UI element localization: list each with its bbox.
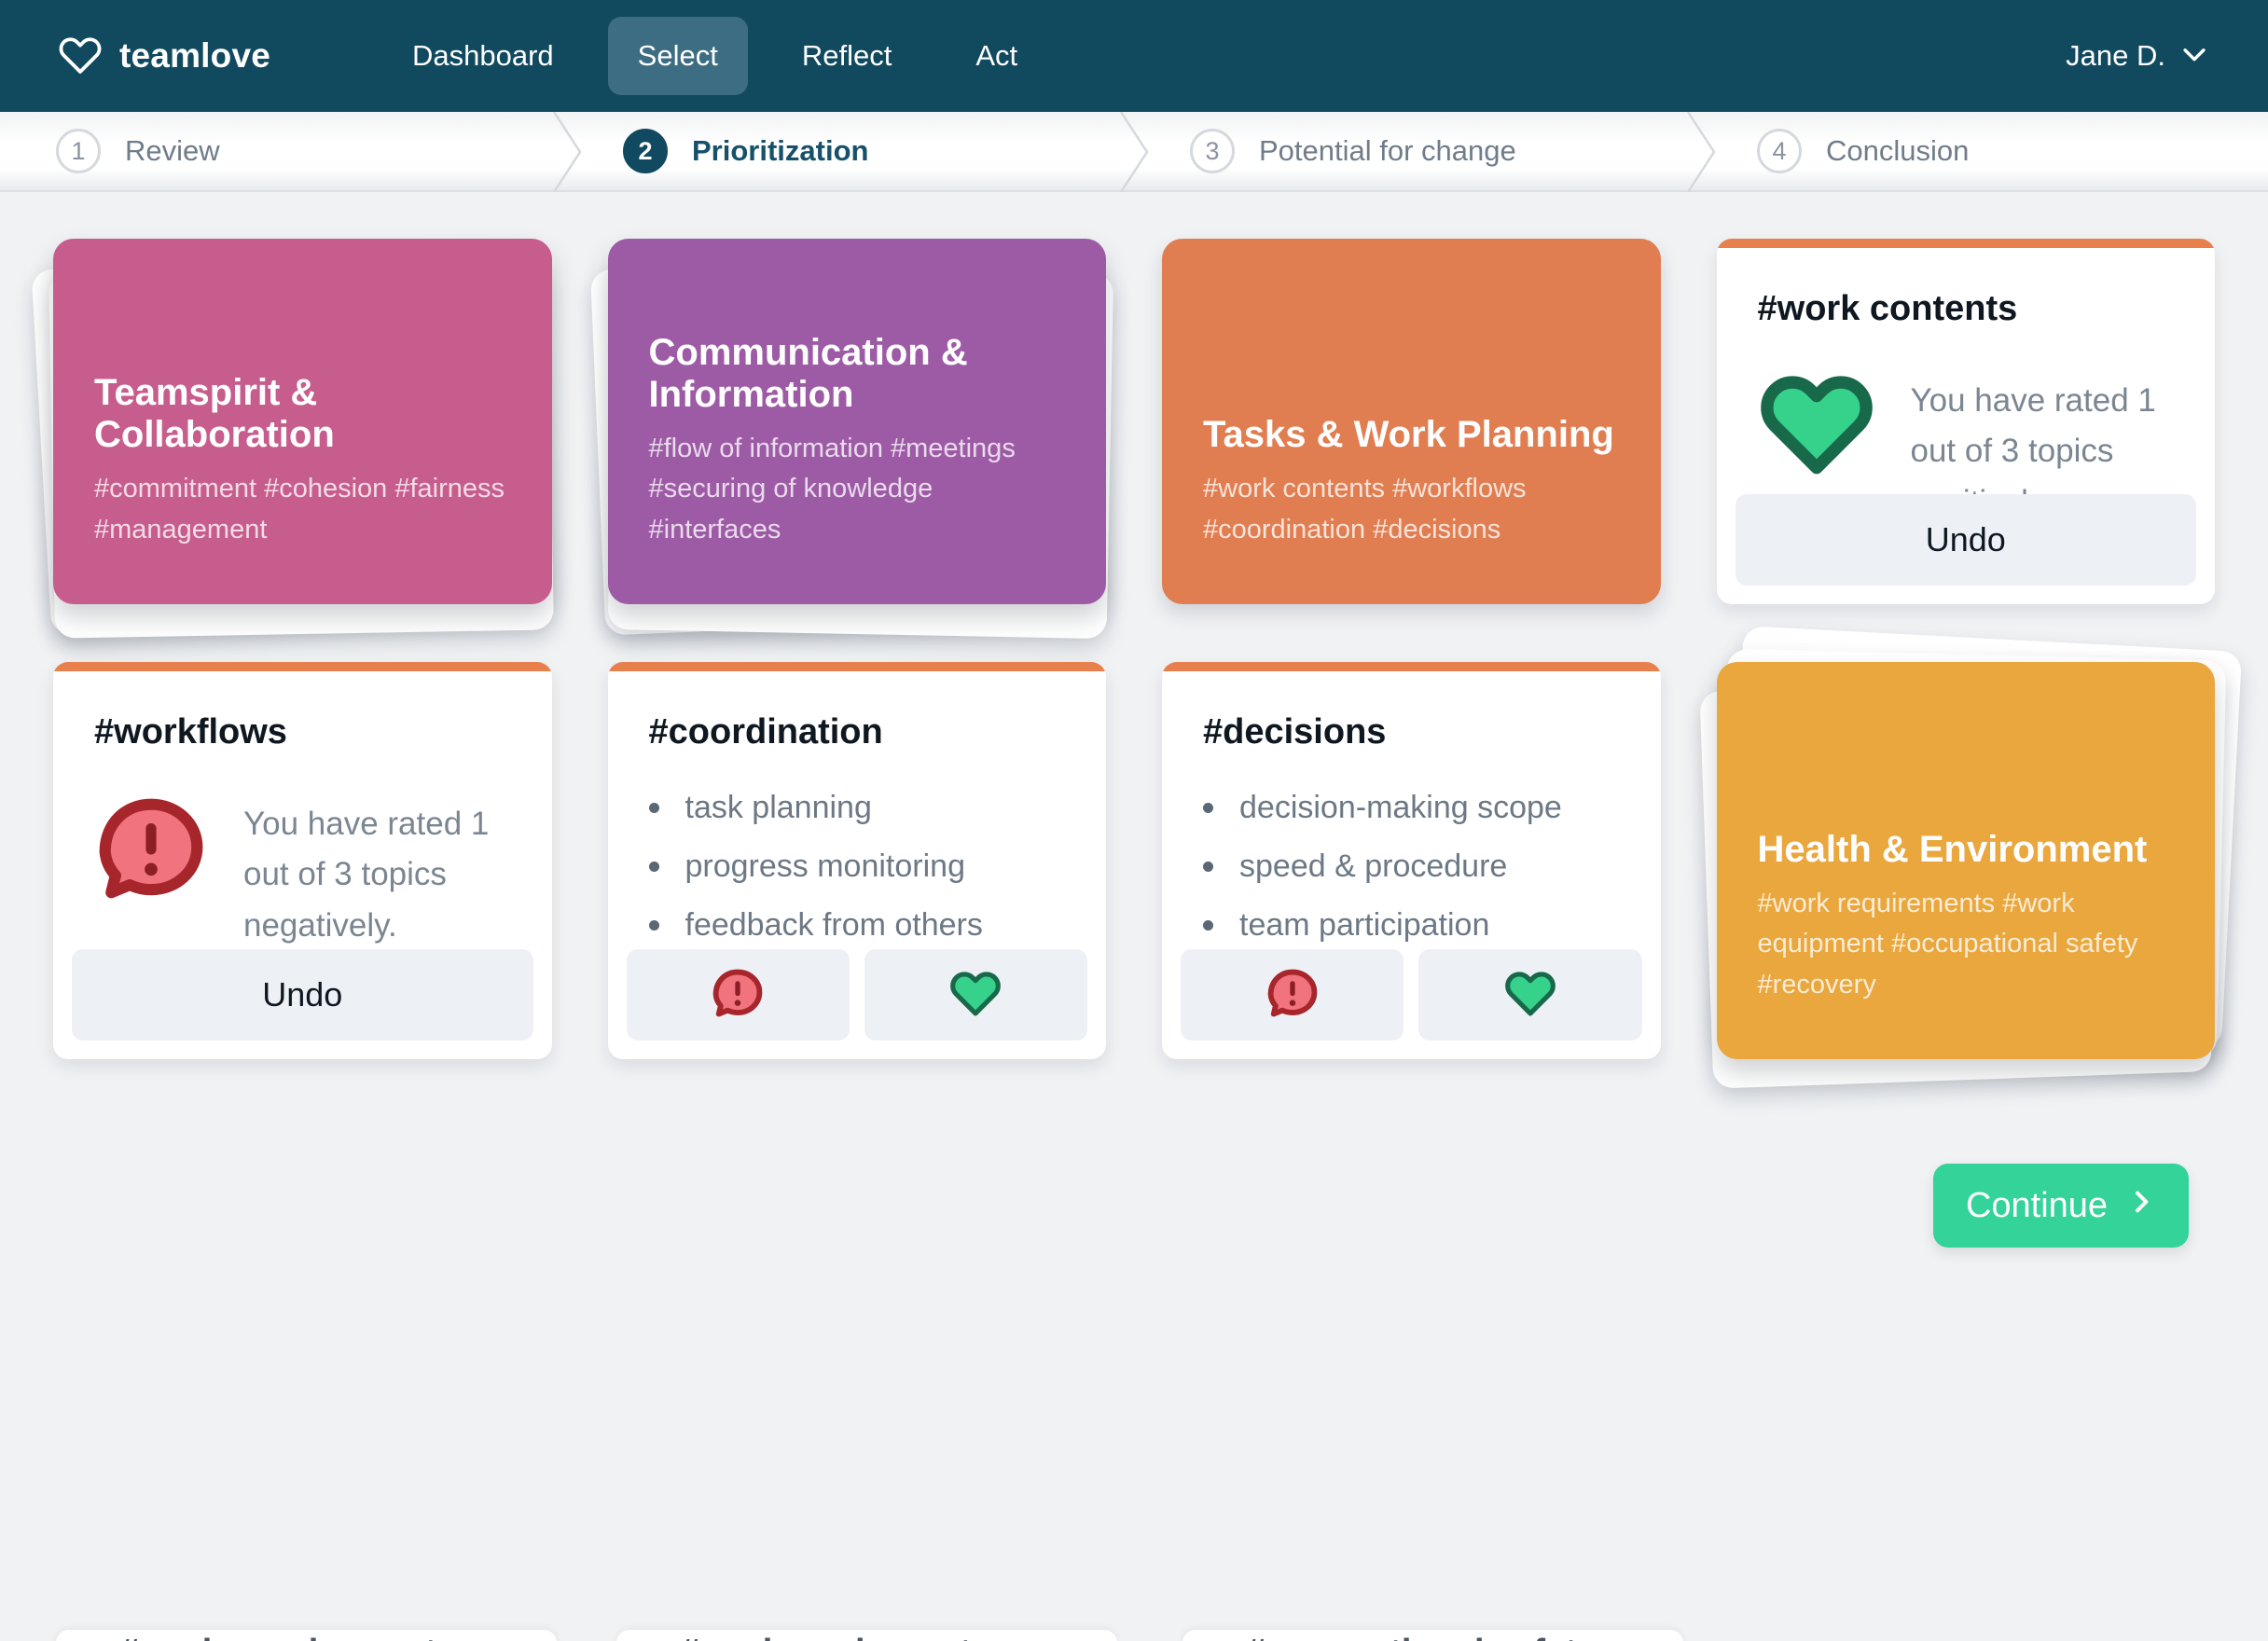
category-card-health[interactable]: Health & Environment #work requirements … [1716,662,2215,1059]
topic-title: #occupational safety [1246,1633,1683,1641]
user-menu[interactable]: Jane D. [2066,38,2210,75]
top-navbar: teamlove Dashboard Select Reflect Act Ja… [0,0,2268,112]
bullet-icon [1203,920,1213,931]
card-cell: Health & Environment #work requirements … [1699,626,2242,1089]
card-cell: #workflows You have rated 1 out of 3 top… [53,662,552,1059]
nav-item-act[interactable]: Act [946,17,1047,95]
category-tags: #flow of information #meetings #securing… [648,433,1016,545]
topic-card-workflows: #workflows You have rated 1 out of 3 top… [53,662,552,1059]
bullet-item: progress monitoring [685,848,965,884]
step-number: 2 [623,129,668,173]
chevron-separator-icon [552,112,582,192]
alert-bubble-icon [711,967,765,1024]
card-cell: Communication & Information #flow of inf… [589,239,1113,640]
topic-bullet-list: task planning progress monitoring feedba… [648,790,1066,944]
topic-title: #work requirements [119,1633,557,1641]
heart-icon [1758,370,1875,485]
category-title: Communication & Information [648,331,968,415]
brand-name: teamlove [119,36,271,75]
stepper: 1 Review 2 Prioritization 3 Potential fo… [0,112,2268,192]
category-card-tasks[interactable]: Tasks & Work Planning #work contents #wo… [1162,239,1661,604]
topic-title: #decisions [1203,712,1387,752]
nav-item-select[interactable]: Select [607,17,748,95]
step-conclusion[interactable]: 4 Conclusion [1701,112,2268,190]
bullet-icon [1203,862,1213,872]
category-color-bar [1162,662,1661,671]
bullet-item: team participation [1239,907,1490,943]
category-color-bar [53,662,552,671]
bullet-icon [648,803,659,813]
category-card-communication[interactable]: Communication & Information #flow of inf… [607,239,1106,604]
bullet-icon [648,862,659,872]
card-cell: #decisions decision-making scope speed &… [1162,662,1661,1059]
nav-item-dashboard[interactable]: Dashboard [382,17,584,95]
nav-links: Dashboard Select Reflect Act [382,17,1047,95]
chevron-right-icon [2126,1186,2156,1226]
topic-card-decisions: #decisions decision-making scope speed &… [1162,662,1661,1059]
undo-button[interactable]: Undo [72,949,533,1041]
undo-button[interactable]: Undo [1735,494,2196,586]
topic-card-coordination: #coordination task planning progress mon… [607,662,1106,1059]
step-number: 1 [56,129,101,173]
step-number: 4 [1757,129,1802,173]
topic-card-work-contents: #work contents You have rated 1 out of 3… [1716,239,2215,604]
step-label: Conclusion [1826,134,1970,167]
step-potential-for-change[interactable]: 3 Potential for change [1134,112,1716,192]
rate-negative-button[interactable] [626,949,850,1041]
step-number: 3 [1190,129,1235,173]
category-title: Tasks & Work Planning [1203,414,1614,455]
continue-button[interactable]: Continue [1933,1164,2189,1248]
card-cell: Tasks & Work Planning #work contents #wo… [1162,239,1661,604]
step-label: Review [125,134,220,167]
step-label: Potential for change [1259,134,1516,167]
step-label: Prioritization [692,134,869,167]
user-name: Jane D. [2066,39,2165,72]
topic-bullet-list: decision-making scope speed & procedure … [1203,790,1620,944]
topic-title: #work contents [1757,289,2018,328]
rate-positive-button[interactable] [1418,949,1642,1041]
rate-negative-button[interactable] [1181,949,1404,1041]
step-prioritization[interactable]: 2 Prioritization [567,112,1149,192]
category-card-teamspirit[interactable]: Teamspirit & Collaboration #commitment #… [53,239,552,604]
bullet-item: speed & procedure [1239,848,1508,884]
bullet-item: task planning [685,790,872,825]
category-tags: #work requirements #work equipment #occu… [1757,888,2138,1000]
topic-card-cut-off[interactable]: #work equipment [616,1630,1117,1641]
card-cell: #work contents You have rated 1 out of 3… [1716,239,2215,604]
topic-card-cut-off[interactable]: #occupational safety [1182,1630,1683,1641]
category-color-bar [1716,239,2215,248]
category-color-bar [607,662,1106,671]
topic-card-cut-off[interactable]: #work requirements [56,1630,557,1641]
bullet-item: decision-making scope [1239,790,1562,825]
topic-title: #work equipment [680,1633,1117,1641]
card-cell: #coordination task planning progress mon… [607,662,1106,1059]
bullet-item: feedback from others [685,907,983,943]
card-board: Teamspirit & Collaboration #commitment #… [0,192,2268,1089]
bullet-icon [648,920,659,931]
card-cell: Teamspirit & Collaboration #commitment #… [31,239,554,639]
nav-item-reflect[interactable]: Reflect [772,17,921,95]
category-title: Teamspirit & Collaboration [94,372,335,455]
category-tags: #commitment #cohesion #fairness #managem… [94,474,505,545]
bullet-icon [1203,803,1213,813]
heart-icon [948,969,1003,1022]
topic-title: #coordination [648,712,883,752]
continue-label: Continue [1965,1185,2109,1225]
brand[interactable]: teamlove [58,34,270,78]
alert-bubble-icon [94,793,208,912]
chevron-separator-icon [1119,112,1149,192]
alert-bubble-icon [1265,967,1320,1024]
heart-icon [1503,969,1557,1022]
rating-message: You have rated 1 out of 3 topics negativ… [243,806,490,944]
step-review[interactable]: 1 Review [0,112,582,192]
topic-title: #workflows [94,712,287,752]
chevron-down-icon [2178,38,2210,75]
category-tags: #work contents #workflows #coordination … [1203,474,1527,545]
heart-logo-icon [58,34,103,78]
rate-positive-button[interactable] [864,949,1087,1041]
category-title: Health & Environment [1757,828,2148,870]
chevron-separator-icon [1686,112,1716,192]
